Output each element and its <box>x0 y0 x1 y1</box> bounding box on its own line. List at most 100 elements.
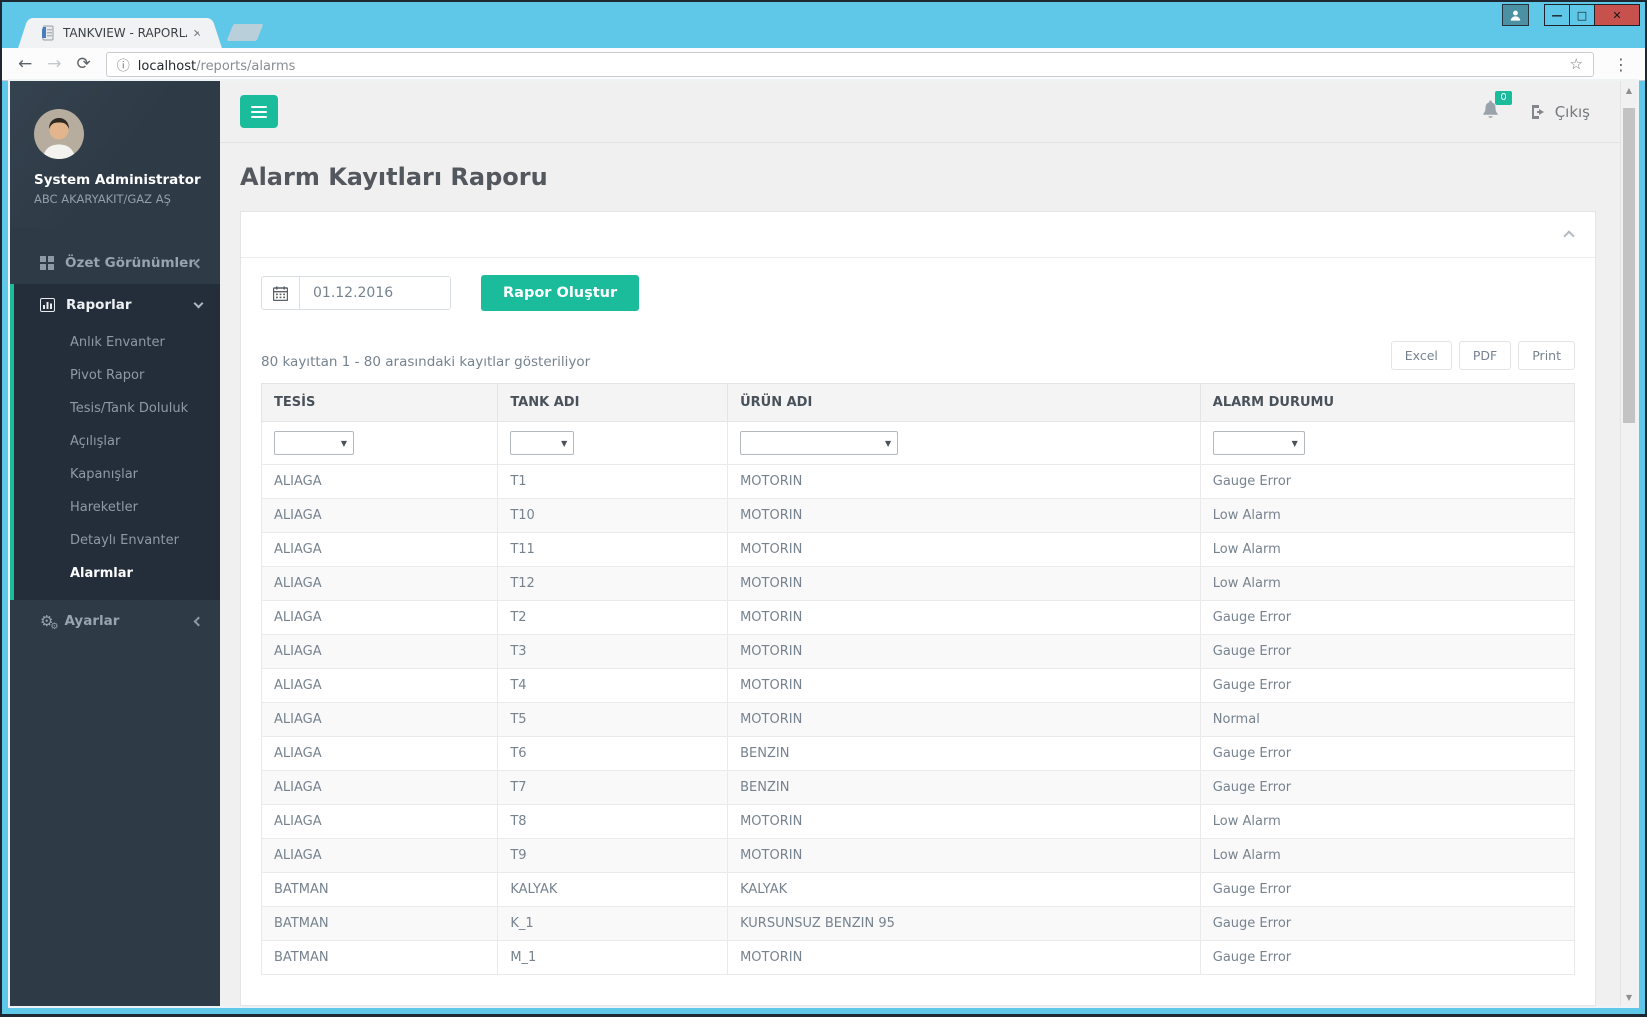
sidebar-subitem-label: Tesis/Tank Doluluk <box>70 401 189 416</box>
records-info: 80 kayıttan 1 - 80 arasındaki kayıtlar g… <box>261 354 591 370</box>
cell-urun-adi: BENZIN <box>727 736 1201 771</box>
tank-adi-filter-select[interactable]: ▼ <box>510 431 575 455</box>
cell-alarm-durumu: Gauge Error <box>1199 736 1576 771</box>
browser-menu-icon[interactable]: ⋮ <box>1609 55 1633 74</box>
sidebar-subitem[interactable]: Açılışlar <box>14 425 220 458</box>
content-topbar: 0 Çıkış <box>220 81 1620 143</box>
cell-tesis: ALIAGA <box>260 566 499 601</box>
sidebar-item-reports[interactable]: Raporlar <box>14 284 220 326</box>
sidebar-subitem[interactable]: Detaylı Envanter <box>14 524 220 557</box>
sidebar-subitem[interactable]: Tesis/Tank Doluluk <box>14 392 220 425</box>
close-button[interactable]: ✕ <box>1594 4 1640 26</box>
bookmark-star-icon[interactable]: ☆ <box>1570 55 1583 73</box>
page-title: Alarm Kayıtları Raporu <box>240 163 548 191</box>
column-header-tank-adi[interactable]: TANK ADI <box>497 383 729 422</box>
cell-tesis: BATMAN <box>260 940 499 975</box>
cell-alarm-durumu: Gauge Error <box>1199 464 1576 499</box>
select-arrow-icon: ▼ <box>884 438 892 448</box>
tesis-filter-select[interactable]: ▼ <box>274 431 354 455</box>
window-controls: — □ ✕ <box>1502 4 1640 26</box>
export-button[interactable]: Excel <box>1390 341 1452 370</box>
cell-tesis: ALIAGA <box>260 532 499 567</box>
maximize-button[interactable]: □ <box>1569 4 1595 26</box>
cell-urun-adi: MOTORIN <box>727 838 1201 873</box>
scroll-down-icon[interactable]: ▼ <box>1621 989 1637 1005</box>
column-header-tesis[interactable]: TESİS <box>260 383 499 422</box>
cell-tesis: ALIAGA <box>260 770 499 805</box>
back-icon[interactable]: ← <box>18 55 32 73</box>
sidebar-subitem-label: Açılışlar <box>70 434 121 449</box>
refresh-icon[interactable]: ⟳ <box>77 55 91 73</box>
sidebar-subitem-label: Detaylı Envanter <box>70 533 179 548</box>
cell-urun-adi: MOTORIN <box>727 804 1201 839</box>
sidebar-subitem-label: Kapanışlar <box>70 467 139 482</box>
minimize-button[interactable]: — <box>1544 4 1570 26</box>
sidebar-subitem[interactable]: Pivot Rapor <box>14 359 220 392</box>
urun-adi-filter-select[interactable]: ▼ <box>740 431 899 455</box>
scrollbar-thumb[interactable] <box>1623 108 1635 423</box>
user-panel: System Administrator ABC AKARYAKIT/GAZ A… <box>10 81 220 228</box>
generate-report-button[interactable]: Rapor Oluştur <box>481 275 640 311</box>
sidebar-subitem[interactable]: Hareketler <box>14 491 220 524</box>
column-header-alarm-durumu[interactable]: ALARM DURUMU <box>1199 383 1576 422</box>
tab-close-icon[interactable]: ✕ <box>193 27 202 40</box>
cell-urun-adi: MOTORIN <box>727 566 1201 601</box>
cell-tank-adi: T12 <box>497 566 729 601</box>
export-button[interactable]: PDF <box>1458 341 1512 370</box>
scroll-up-icon[interactable]: ▲ <box>1621 82 1637 98</box>
sidebar-submenu-reports: Anlık Envanter Pivot Rapor Tesis/Tank Do… <box>14 326 220 590</box>
date-picker[interactable] <box>261 276 451 310</box>
sidebar-nav: Özet Görünümler Raporlar Anlık Envanter … <box>10 242 220 642</box>
cell-tesis: ALIAGA <box>260 668 499 703</box>
alarm-durumu-filter-select[interactable]: ▼ <box>1212 431 1305 455</box>
page-scrollbar[interactable]: ▲ ▼ <box>1620 81 1637 1006</box>
browser-window: TANKVIEW - RAPORLAR ✕ — □ ✕ ← → ⟳ ⓘ <box>2 2 1645 1014</box>
cell-alarm-durumu: Gauge Error <box>1199 634 1576 669</box>
table-meta: 80 kayıttan 1 - 80 arasındaki kayıtlar g… <box>261 341 1575 370</box>
browser-tab[interactable]: TANKVIEW - RAPORLAR ✕ <box>32 18 208 48</box>
column-header-urun-adi[interactable]: ÜRÜN ADI <box>727 383 1201 422</box>
cell-alarm-durumu: Low Alarm <box>1199 566 1576 601</box>
card-header <box>241 212 1595 258</box>
cell-urun-adi: KURSUNSUZ BENZIN 95 <box>727 906 1201 941</box>
info-icon[interactable]: ⓘ <box>117 55 130 74</box>
url-bar[interactable]: ⓘ localhost/reports/alarms ☆ <box>105 51 1594 77</box>
sidebar-item-label: Özet Görünümler <box>65 255 195 271</box>
cell-alarm-durumu: Gauge Error <box>1199 940 1576 975</box>
hamburger-menu-button[interactable] <box>240 95 278 128</box>
cell-tank-adi: T11 <box>497 532 729 567</box>
cell-alarm-durumu: Low Alarm <box>1199 532 1576 567</box>
cell-tank-adi: T4 <box>497 668 729 703</box>
table-row: ALIAGA T9 MOTORIN Low Alarm <box>260 838 1576 873</box>
table-row: ALIAGA T1 MOTORIN Gauge Error <box>260 464 1576 499</box>
forward-icon[interactable]: → <box>47 55 61 73</box>
cell-urun-adi: BENZIN <box>727 770 1201 805</box>
new-tab-button[interactable] <box>226 24 264 41</box>
url-host: localhost <box>137 58 197 74</box>
sidebar: System Administrator ABC AKARYAKIT/GAZ A… <box>10 81 220 1006</box>
calendar-icon <box>262 277 300 309</box>
cell-tesis: ALIAGA <box>260 634 499 669</box>
cell-alarm-durumu: Gauge Error <box>1199 770 1576 805</box>
sidebar-item-label: Raporlar <box>66 297 132 313</box>
browser-profile-button[interactable] <box>1502 4 1529 26</box>
cell-urun-adi: MOTORIN <box>727 940 1201 975</box>
sidebar-subitem[interactable]: Alarmlar <box>14 557 220 590</box>
sidebar-item-overview[interactable]: Özet Görünümler <box>10 242 220 284</box>
table-header-row: TESİS TANK ADI ÜRÜN ADI ALARM DURUMU <box>260 383 1576 422</box>
cell-alarm-durumu: Low Alarm <box>1199 498 1576 533</box>
export-button[interactable]: Print <box>1518 341 1575 370</box>
sidebar-item-settings[interactable]: ⚙ ⚙ Ayarlar <box>10 600 220 642</box>
notifications-button[interactable]: 0 <box>1481 90 1512 124</box>
cell-tank-adi: T9 <box>497 838 729 873</box>
sidebar-subitem[interactable]: Anlık Envanter <box>14 326 220 359</box>
gears-icon: ⚙ ⚙ <box>40 611 59 632</box>
sidebar-item-label: Ayarlar <box>64 613 120 629</box>
cell-alarm-durumu: Gauge Error <box>1199 600 1576 635</box>
logout-button[interactable]: Çıkış <box>1530 103 1590 121</box>
collapse-chevron-up-icon[interactable] <box>1563 230 1575 242</box>
cell-tank-adi: KALYAK <box>497 872 729 907</box>
report-date-input[interactable] <box>300 277 450 309</box>
sidebar-subitem[interactable]: Kapanışlar <box>14 458 220 491</box>
sidebar-subitem-label: Hareketler <box>70 500 138 515</box>
